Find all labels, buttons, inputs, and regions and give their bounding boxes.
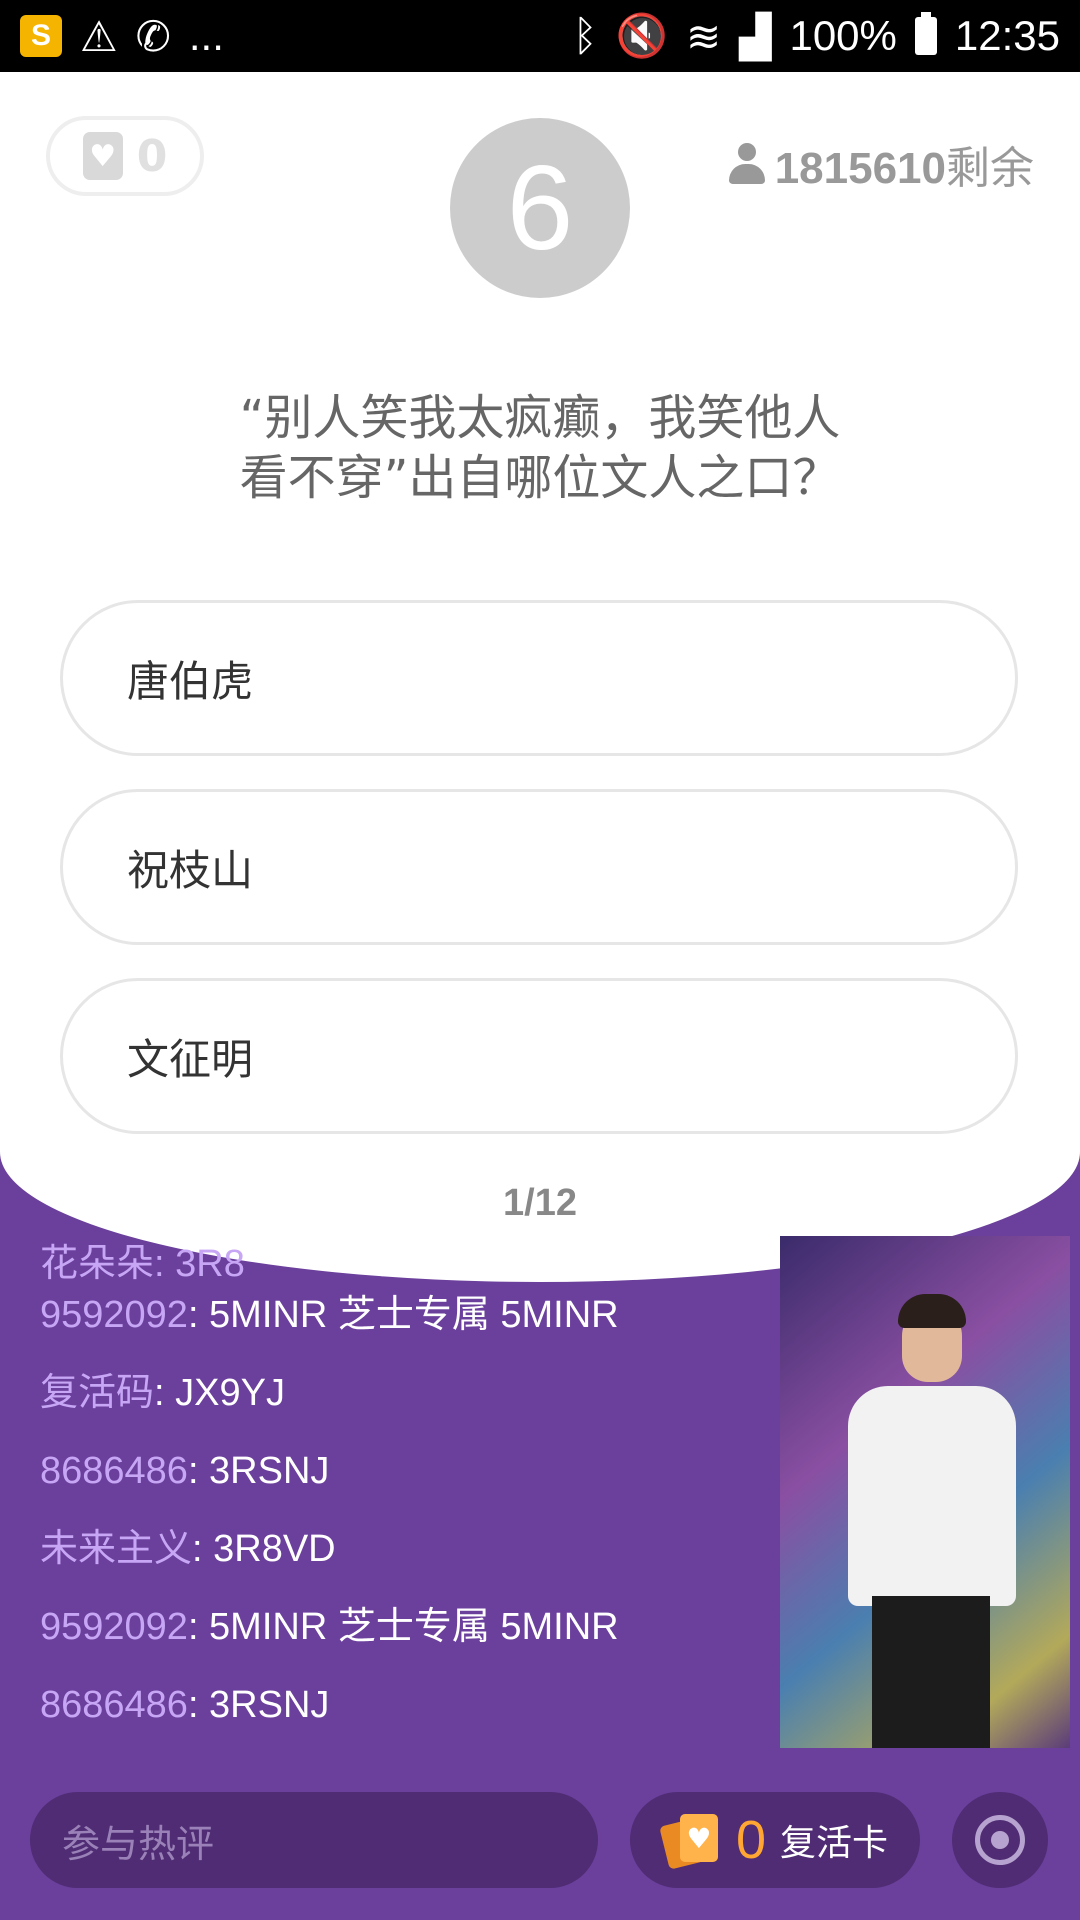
record-button[interactable] [952, 1792, 1048, 1888]
answer-option-2[interactable]: 祝枝山 [60, 789, 1018, 945]
remaining-players: 1815610剩余 [728, 132, 1034, 196]
comment-row: 复活码: JX9YJ [40, 1354, 760, 1432]
comment-row: 8686486: 3RSNJ [40, 1666, 760, 1744]
comment-author: 复活码 [40, 1372, 155, 1414]
app-notification-icon: S [20, 15, 62, 57]
comment-list: 9592092: 5MINR 芝士专属 5MINR 复活码: JX9YJ 868… [40, 1230, 760, 1744]
host-video[interactable] [780, 1236, 1070, 1748]
comment-author: 9592092 [40, 1606, 188, 1648]
comment-text: : 3R8VD [192, 1528, 336, 1570]
answer-option-label: 文征明 [127, 1034, 254, 1084]
answer-option-3[interactable]: 文征明 [60, 978, 1018, 1134]
comment-text: : 5MINR 芝士专属 5MINR [187, 1606, 619, 1648]
comment-row: 9592092: 5MINR 芝士专属 5MINR [40, 1276, 760, 1354]
comment-text: : 5MINR 芝士专属 5MINR [187, 1294, 619, 1336]
host-body [848, 1386, 1016, 1606]
comment-author: 未来主义 [40, 1528, 193, 1570]
answer-option-label: 唐伯虎 [127, 656, 254, 706]
remaining-label: 剩余 [946, 143, 1034, 194]
question-card: ♥ 0 6 1815610剩余 “别人笑我太疯癫，我笑他人 看不穿”出自哪位文人… [0, 72, 1080, 1282]
countdown-timer: 6 [450, 118, 630, 298]
comment-text: : JX9YJ [154, 1372, 285, 1414]
bluetooth-icon: ᛒ [572, 12, 598, 59]
comment-author: 8686486 [40, 1684, 188, 1726]
warning-icon: ⚠ [80, 12, 118, 60]
question-line-1: “别人笑我太疯癫，我笑他人 [239, 390, 841, 446]
comment-text: : 3RSNJ [187, 1684, 330, 1726]
battery-icon [914, 12, 937, 55]
revive-label: 复活卡 [780, 1823, 889, 1864]
comment-author: 8686486 [40, 1450, 188, 1492]
comment-input[interactable]: 参与热评 [30, 1792, 598, 1888]
wifi-icon: ≋ [685, 12, 722, 60]
lives-badge[interactable]: ♥ 0 [46, 116, 204, 196]
person-icon [728, 143, 765, 185]
answer-option-1[interactable]: 唐伯虎 [60, 600, 1018, 756]
revive-card-icon: ♥ [659, 1812, 722, 1870]
comment-row: 未来主义: 3R8VD [40, 1510, 760, 1588]
phone-location-icon: ✆ [135, 12, 171, 60]
comment-input-placeholder: 参与热评 [62, 1821, 215, 1866]
revive-card-button[interactable]: ♥ 0 复活卡 [630, 1792, 920, 1888]
comment-row: 8686486: 3RSNJ [40, 1432, 760, 1510]
clock: 12:35 [954, 12, 1060, 59]
answer-option-label: 祝枝山 [127, 845, 254, 895]
comment-text: : 3RSNJ [187, 1450, 330, 1492]
question-progress: 1/12 [503, 1182, 577, 1224]
comment-author: 9592092 [40, 1294, 188, 1336]
status-bar: S ⚠ ✆ ... ᛒ 🔇 ≋ ▟ 100% 12:35 [0, 0, 1080, 72]
status-ellipsis: ... [188, 12, 224, 59]
remaining-count: 1815610 [774, 144, 946, 193]
battery-percent: 100% [789, 12, 897, 59]
mute-icon: 🔇 [615, 11, 668, 59]
question-line-2: 看不穿”出自哪位文人之口？ [239, 450, 841, 506]
host-legs [872, 1596, 990, 1748]
question-text: “别人笑我太疯癫，我笑他人 看不穿”出自哪位文人之口？ [160, 388, 920, 508]
lives-count: 0 [136, 130, 168, 182]
signal-icon: ▟ [739, 12, 772, 60]
host-hair [898, 1294, 966, 1328]
comment-row: 9592092: 5MINR 芝士专属 5MINR [40, 1588, 760, 1666]
revive-count: 0 [735, 1810, 767, 1870]
heart-icon: ♥ [82, 132, 123, 180]
record-icon [975, 1815, 1025, 1865]
